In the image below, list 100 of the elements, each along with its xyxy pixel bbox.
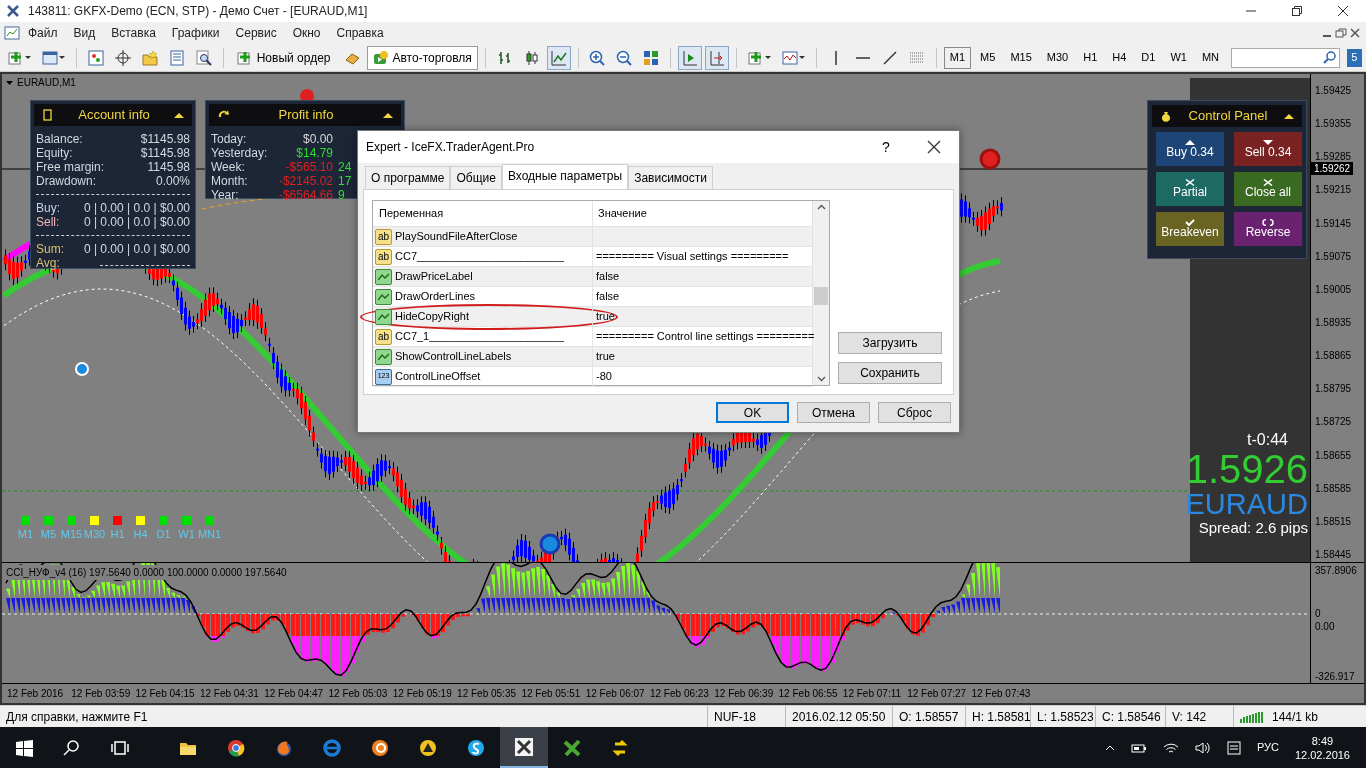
trade-button[interactable]: Buy 0.34 [1156, 132, 1224, 166]
tilted-cross-icon[interactable] [562, 737, 582, 758]
zoom-in-icon[interactable] [589, 49, 606, 66]
up-triangle-icon [1184, 139, 1196, 146]
bar-chart-icon[interactable] [496, 49, 513, 66]
tile-windows-icon[interactable] [643, 49, 660, 66]
swirl-icon[interactable] [370, 737, 390, 758]
timeframe-button[interactable]: M15 [1004, 46, 1038, 69]
parameter-value[interactable]: false [596, 288, 620, 305]
trade-button[interactable]: Sell 0.34 [1234, 132, 1302, 166]
dialog-button[interactable]: Сохранить [838, 362, 942, 384]
price-label: 1.59145 [1315, 216, 1353, 231]
time-label: 12 Feb 06:39 [714, 687, 775, 701]
colored-circle-icon[interactable] [226, 737, 246, 758]
collapse-icon[interactable] [383, 112, 393, 118]
battery-icon[interactable] [1130, 741, 1147, 754]
scroll-up-icon[interactable] [816, 204, 826, 210]
notification-badge[interactable]: 5 [1346, 48, 1362, 67]
parameter-value[interactable]: ========= Visual settings ========= [596, 248, 789, 265]
parameter-value[interactable]: true [596, 348, 615, 365]
timeframe-button[interactable]: M5 [974, 46, 1002, 69]
cross-icon[interactable] [514, 736, 534, 757]
menu-item[interactable]: Вставка [103, 22, 164, 44]
menu-item[interactable]: Графики [163, 22, 228, 44]
timeframe-button[interactable]: M1 [943, 46, 972, 69]
parameter-value[interactable]: -80 [596, 368, 612, 385]
chevron-up-icon[interactable] [1104, 744, 1115, 751]
language-indicator[interactable]: РУС [1256, 739, 1279, 756]
timeframe-button[interactable]: H1 [1077, 46, 1104, 69]
scrollbar[interactable] [812, 201, 829, 385]
speaker-icon[interactable] [1194, 741, 1211, 754]
dialog-tab[interactable]: Зависимости [628, 166, 713, 189]
timeframe-button[interactable]: D1 [1135, 46, 1162, 69]
search-field[interactable] [1231, 47, 1340, 68]
trade-button[interactable]: Close all [1234, 172, 1302, 206]
window-icon[interactable] [42, 49, 58, 66]
panel-icon[interactable] [87, 49, 104, 66]
timeframe-button[interactable]: MN [1195, 46, 1225, 69]
dialog-button[interactable]: Отмена [797, 402, 870, 423]
zoom-out-icon[interactable] [616, 49, 633, 66]
magnifier-icon[interactable] [195, 49, 212, 66]
dialog-tab[interactable]: Общие [450, 166, 502, 189]
star-folder-icon[interactable] [141, 49, 158, 66]
help-button[interactable]: ? [863, 135, 909, 159]
menu-item[interactable]: Сервис [227, 22, 285, 44]
trade-button[interactable]: Partial [1156, 172, 1224, 206]
dialog-button[interactable]: OK [716, 402, 789, 423]
ring-icon[interactable] [322, 737, 342, 758]
dialog-tab[interactable]: Входные параметры [501, 164, 629, 189]
candlestick-icon[interactable] [523, 49, 540, 66]
restore-icon[interactable] [1292, 6, 1302, 16]
autoscroll-icon[interactable] [682, 49, 699, 66]
trade-button[interactable]: Reverse [1234, 212, 1302, 246]
start-icon[interactable] [14, 737, 34, 758]
dialog-button[interactable]: Загрузить [838, 332, 942, 354]
menu-item[interactable]: Справка [328, 22, 392, 44]
trade-button[interactable]: Breakeven [1156, 212, 1224, 246]
signal-marker [979, 148, 1001, 170]
clock-time[interactable]: 8:49 [1311, 733, 1334, 748]
auto-trading-button[interactable]: Авто-торговля [366, 45, 478, 70]
close-icon[interactable] [1348, 27, 1362, 39]
collapse-icon[interactable] [174, 112, 184, 118]
message-icon[interactable] [1226, 740, 1241, 755]
chart-shift-icon[interactable] [709, 49, 726, 66]
timeframe-button[interactable]: H4 [1106, 46, 1133, 69]
caret-icon[interactable] [25, 56, 31, 59]
chart-symbol-label: EURAUD,M1 [17, 76, 76, 90]
new-order-button[interactable]: Новый ордер [230, 45, 337, 70]
clock-date[interactable]: 12.02.2016 [1294, 747, 1350, 762]
timeframe-label: M5 [40, 527, 57, 541]
parameter-value[interactable]: false [596, 268, 620, 285]
collapse-icon[interactable] [1284, 113, 1294, 119]
trendline-icon[interactable] [881, 49, 898, 66]
caret-icon[interactable] [765, 56, 772, 59]
menu-item[interactable]: Файл [20, 22, 66, 44]
app-icon [6, 4, 20, 18]
cloud-icon[interactable] [466, 737, 486, 758]
time-label: 12 Feb 05:19 [392, 687, 453, 701]
dialog-tab[interactable]: О программе [365, 166, 451, 189]
search-icon[interactable] [62, 737, 82, 758]
wifi-icon[interactable] [1162, 741, 1179, 754]
arrows-icon[interactable] [610, 737, 630, 758]
timeframe-button[interactable]: M30 [1040, 46, 1075, 69]
scroll-thumb[interactable] [814, 287, 828, 305]
scroll-down-icon[interactable] [816, 376, 826, 382]
caret-icon[interactable] [59, 56, 65, 59]
caret-icon[interactable] [799, 56, 806, 59]
plus-icon[interactable] [8, 49, 24, 66]
close-icon[interactable] [927, 140, 941, 154]
parameter-value[interactable]: true [596, 308, 615, 325]
menu-item[interactable]: Вид [65, 22, 104, 44]
line-chart-icon[interactable] [550, 49, 567, 66]
crosshair-icon[interactable] [114, 49, 131, 66]
menu-item[interactable]: Окно [284, 22, 329, 44]
parameter-value[interactable]: ========= Control line settings ========= [596, 328, 815, 345]
time-label: 12 Feb 06:07 [585, 687, 646, 701]
dialog-button[interactable]: Сброс [878, 402, 951, 423]
timeframe-button[interactable]: W1 [1164, 46, 1193, 69]
indicator-window-icon[interactable] [782, 49, 799, 66]
close-icon[interactable] [1338, 6, 1348, 16]
